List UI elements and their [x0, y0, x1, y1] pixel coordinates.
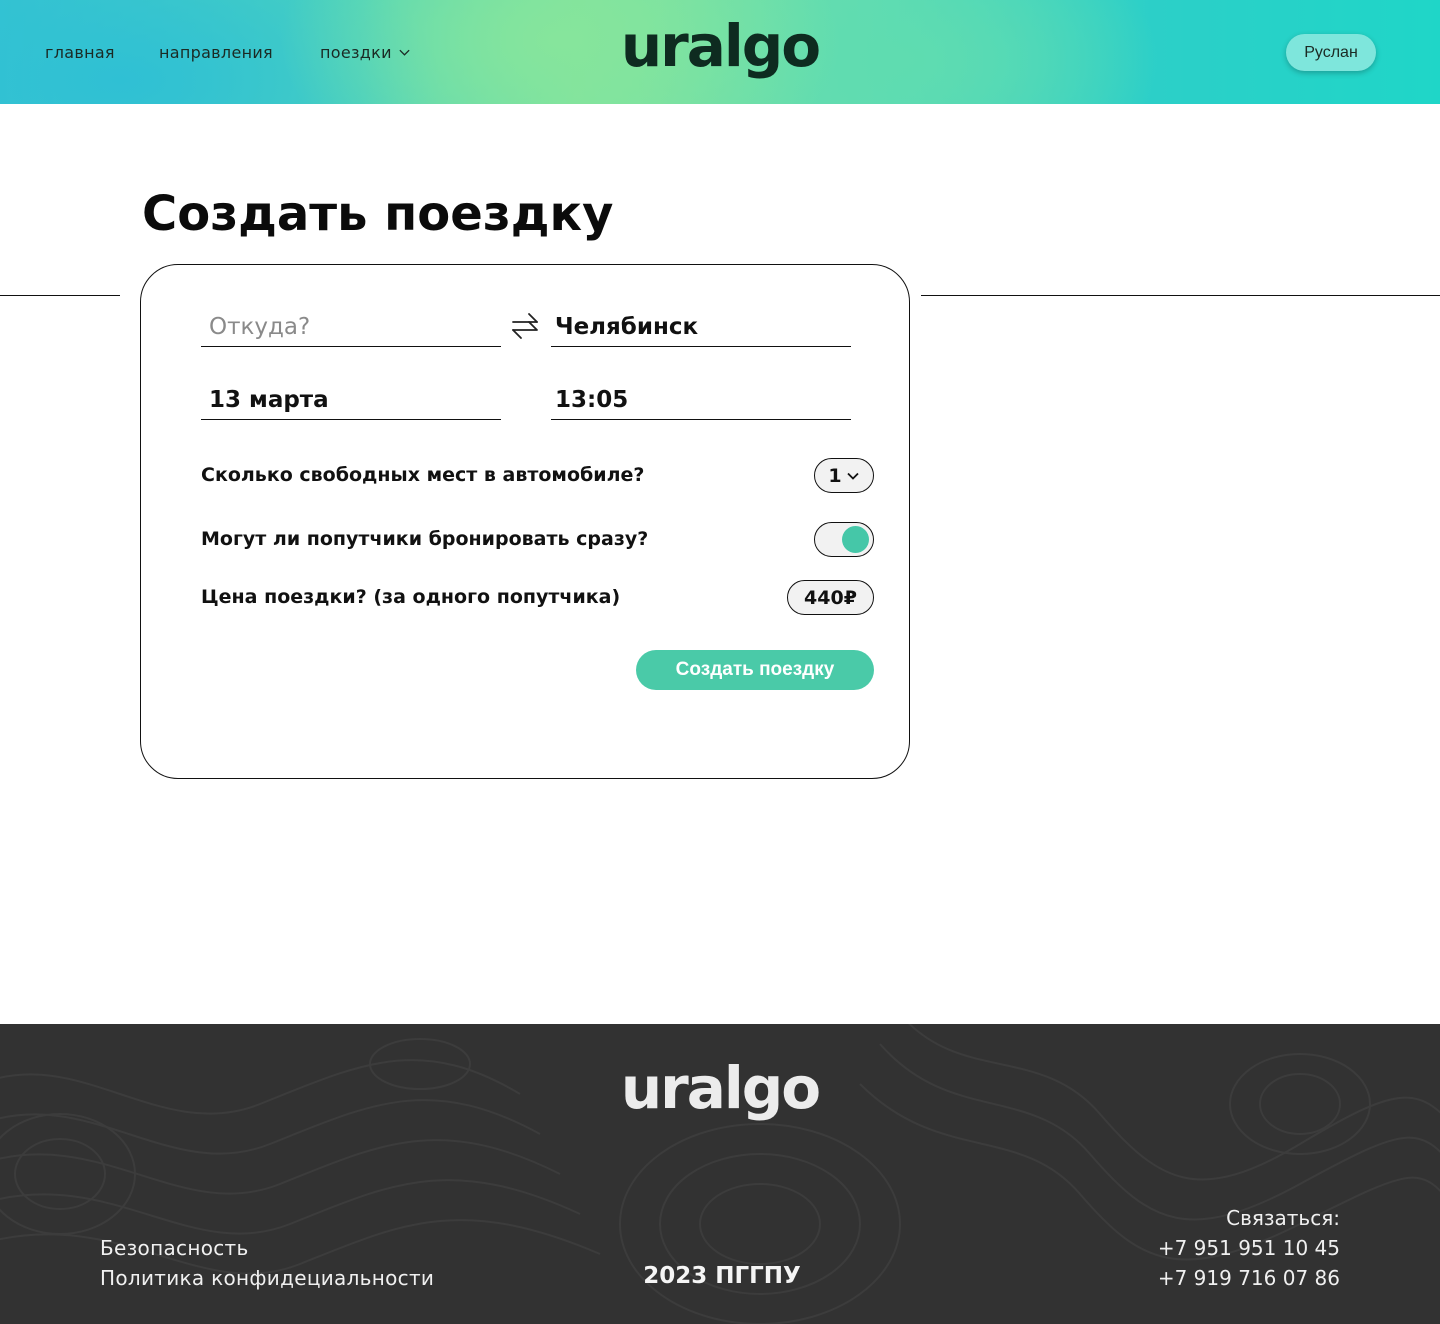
to-input[interactable]: Челябинск [551, 305, 851, 347]
create-trip-button[interactable]: Создать поездку [636, 650, 874, 690]
instant-booking-question-label: Могут ли попутчики бронировать сразу? [201, 528, 649, 550]
price-input[interactable]: 440₽ [787, 580, 874, 615]
seats-select[interactable]: 1 [814, 458, 874, 493]
divider-right [921, 295, 1440, 296]
divider-left [0, 295, 120, 296]
site-footer: uralgo Безопасность Политика конфидециал… [0, 1024, 1440, 1324]
from-input[interactable]: Откуда? [201, 305, 501, 347]
seats-value: 1 [828, 464, 842, 487]
toggle-knob [842, 526, 869, 553]
contact-title: Связаться: [1226, 1206, 1340, 1230]
date-input[interactable]: 13 марта [201, 378, 501, 420]
contact-phone-1[interactable]: +7 951 951 10 45 [1158, 1236, 1340, 1260]
swap-arrows-icon[interactable] [507, 310, 543, 342]
site-header: главная направления поездки uralgo Русла… [0, 0, 1440, 104]
footer-logo[interactable]: uralgo [0, 1054, 1440, 1122]
user-profile-button[interactable]: Руслан [1286, 34, 1376, 71]
instant-booking-toggle[interactable] [814, 522, 874, 557]
time-input[interactable]: 13:05 [551, 378, 851, 420]
seats-question-label: Сколько свободных мест в автомобиле? [201, 464, 645, 486]
page-title: Создать поездку [142, 186, 614, 242]
site-logo[interactable]: uralgo [0, 12, 1440, 80]
footer-link-safety[interactable]: Безопасность [100, 1236, 249, 1260]
contact-phone-2[interactable]: +7 919 716 07 86 [1158, 1266, 1340, 1290]
create-trip-form: Откуда? Челябинск 13 марта 13:05 Сколько… [140, 264, 910, 779]
price-question-label: Цена поездки? (за одного попутчика) [201, 586, 621, 608]
chevron-down-icon [846, 472, 859, 480]
